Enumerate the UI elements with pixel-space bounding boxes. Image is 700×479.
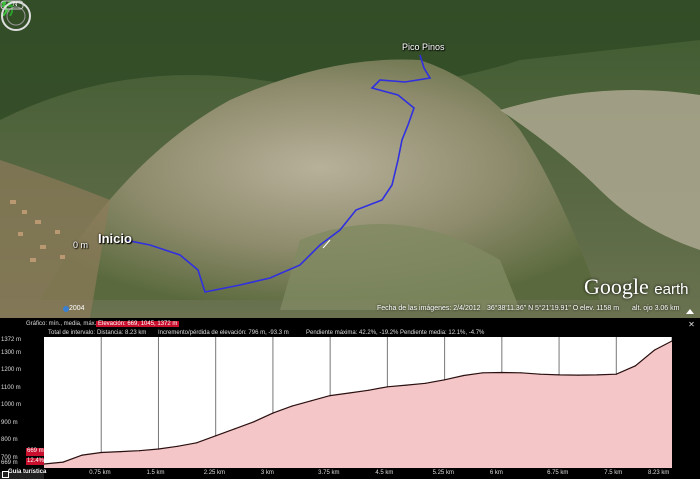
elevation-point[interactable] (310, 400, 312, 402)
x-tick-label: 8.23 km (648, 470, 670, 476)
elevation-point[interactable] (367, 389, 369, 391)
y-tick-label: 669 m (1, 460, 18, 466)
elevation-point[interactable] (653, 349, 656, 351)
y-tick-label: 1200 m (1, 367, 22, 374)
elevation-point[interactable] (577, 374, 579, 376)
min-elevation-marker-label: 669 m (27, 448, 44, 454)
x-tick-label: 3 km (260, 470, 274, 476)
y-tick-label: 800 m (1, 437, 18, 444)
elevation-point[interactable] (558, 374, 560, 376)
elevation-readout: elev. 1158 m (580, 305, 620, 312)
elevation-point[interactable] (81, 454, 83, 456)
y-tick-label: 1372 m (1, 337, 22, 343)
elevation-point[interactable] (539, 373, 541, 375)
google-earth-logo: Google earth (584, 274, 689, 299)
x-tick-label: 0.75 km (89, 470, 111, 476)
x-tick-label: 1.5 km (146, 470, 165, 476)
elevation-point[interactable] (62, 461, 64, 463)
elevation-point[interactable] (215, 435, 217, 437)
gain-loss-stat: Incremento/pérdida de elevación: 796 m, … (158, 330, 289, 336)
y-tick-label: 900 m (1, 419, 18, 426)
min-slope-marker-label: 12.4% (27, 458, 45, 464)
chart-mode-label[interactable]: Gráfico: mín., media, máx.: (26, 321, 98, 327)
y-tick-label: 1000 m (1, 402, 22, 409)
x-tick-label: 4.5 km (375, 470, 394, 476)
elevation-point[interactable] (463, 374, 465, 377)
elevation-point[interactable] (253, 421, 255, 423)
elevation-point[interactable] (444, 379, 446, 381)
start-label[interactable]: Inicio (98, 231, 132, 246)
max-slope-stat: Pendiente máxima: 42.2%, -19.2% (306, 330, 399, 336)
x-tick-label: 2.25 km (203, 470, 226, 476)
elevation-point[interactable] (329, 395, 331, 397)
x-tick-label: 6.75 km (547, 470, 569, 476)
elevation-point[interactable] (634, 365, 637, 367)
elevation-point[interactable] (119, 451, 121, 453)
elevation-point[interactable] (596, 374, 598, 376)
elevation-point[interactable] (501, 371, 503, 374)
elevation-point[interactable] (234, 428, 236, 430)
tilt-control-icon[interactable] (0, 0, 24, 10)
elevation-point[interactable] (348, 392, 350, 394)
elevation-point[interactable] (520, 372, 522, 374)
x-tick-label: 5.25 km (432, 470, 454, 476)
elevation-point[interactable] (138, 450, 140, 452)
elevation-point[interactable] (482, 372, 484, 374)
elevation-point[interactable] (405, 384, 408, 386)
elevation-point[interactable] (386, 386, 388, 388)
expand-up-icon[interactable] (686, 309, 694, 314)
tour-guide-button[interactable]: Guía turística (8, 469, 46, 475)
latitude: 36°38'11.36" N (487, 305, 534, 312)
elevation-chart[interactable] (44, 337, 672, 468)
interval-label: Total de intervalo: (48, 330, 96, 336)
x-tick-label: 7.5 km (604, 470, 623, 476)
elevation-point[interactable] (272, 412, 274, 414)
elevation-stats[interactable]: Elevación: 669, 1045, 1372 m (96, 321, 180, 327)
earth-map-view[interactable]: Pico Pinos Inicio 0 m N Google earth 200… (0, 0, 700, 318)
imagery-date: Fecha de las imágenes: 2/4/2012 (377, 305, 481, 312)
elevation-point[interactable] (176, 445, 179, 447)
distance-stat: Distancia: 8.23 km (97, 330, 147, 336)
elevation-point[interactable] (157, 448, 160, 450)
elevation-point[interactable] (291, 405, 293, 407)
elevation-point[interactable] (100, 451, 102, 454)
y-tick-label: 1100 m (1, 384, 21, 391)
elevation-point[interactable] (424, 382, 427, 384)
profile-header-row-1: Gráfico: mín., media, máx.: Elevación: 6… (0, 320, 700, 329)
eye-altitude: alt. ojo 3.06 km (632, 305, 680, 312)
close-icon[interactable]: ✕ (687, 320, 696, 329)
avg-slope-stat: Pendiente media: 12.1%, -4.7% (400, 330, 485, 336)
status-bar: Fecha de las imágenes: 2/4/2012 36°38'11… (0, 303, 700, 317)
longitude: 5°21'19.91" O (535, 305, 579, 312)
peak-label[interactable]: Pico Pinos (402, 42, 445, 52)
elevation-point[interactable] (615, 373, 617, 375)
y-tick-label: 1300 m (1, 349, 22, 356)
start-distance: 0 m (73, 240, 89, 250)
x-tick-label: 3.75 km (318, 470, 340, 476)
x-tick-label: 6 km (489, 470, 503, 476)
terrain-image (0, 0, 700, 318)
elevation-point[interactable] (196, 442, 198, 444)
